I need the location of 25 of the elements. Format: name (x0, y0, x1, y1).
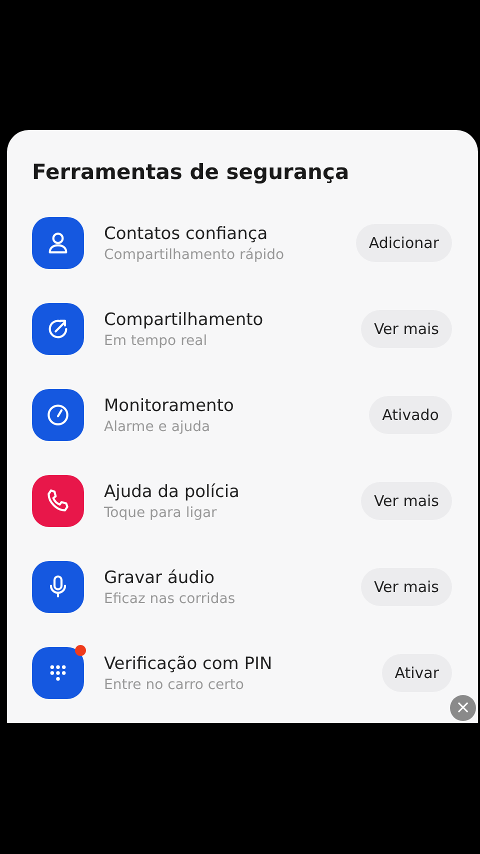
action-button[interactable]: Ver mais (360, 568, 452, 606)
tool-subtitle: Eficaz nas corridas (104, 590, 236, 606)
tool-title: Ajuda da polícia (104, 482, 240, 502)
tool-subtitle: Em tempo real (104, 332, 208, 348)
tool-title: Verificação com PIN (104, 654, 274, 674)
tool-subtitle: Toque para ligar (104, 504, 218, 520)
tool-title: Contatos confiança (104, 224, 269, 244)
action-button[interactable]: Ativar (382, 654, 452, 692)
action-button[interactable]: Adicionar (356, 224, 452, 262)
tool-title: Monitoramento (104, 396, 235, 416)
tool-title: Gravar áudio (104, 568, 216, 588)
tool-subtitle: Entre no carro certo (104, 676, 245, 692)
sheet-title: Ferramentas de segurança (32, 159, 350, 186)
tool-tile[interactable] (32, 217, 84, 269)
tool-tile[interactable] (32, 561, 84, 613)
tool-tile[interactable] (32, 389, 84, 441)
action-button[interactable]: Ativado (369, 396, 452, 434)
tool-subtitle: Compartilhamento rápido (104, 246, 286, 262)
tool-title: Compartilhamento (104, 310, 264, 330)
tool-subtitle: Alarme e ajuda (104, 418, 212, 434)
action-button[interactable]: Ver mais (360, 310, 452, 348)
tool-tile[interactable] (32, 303, 84, 355)
tool-tile[interactable] (32, 475, 84, 527)
action-button[interactable]: Ver mais (360, 482, 452, 520)
tool-tile[interactable] (32, 647, 84, 699)
